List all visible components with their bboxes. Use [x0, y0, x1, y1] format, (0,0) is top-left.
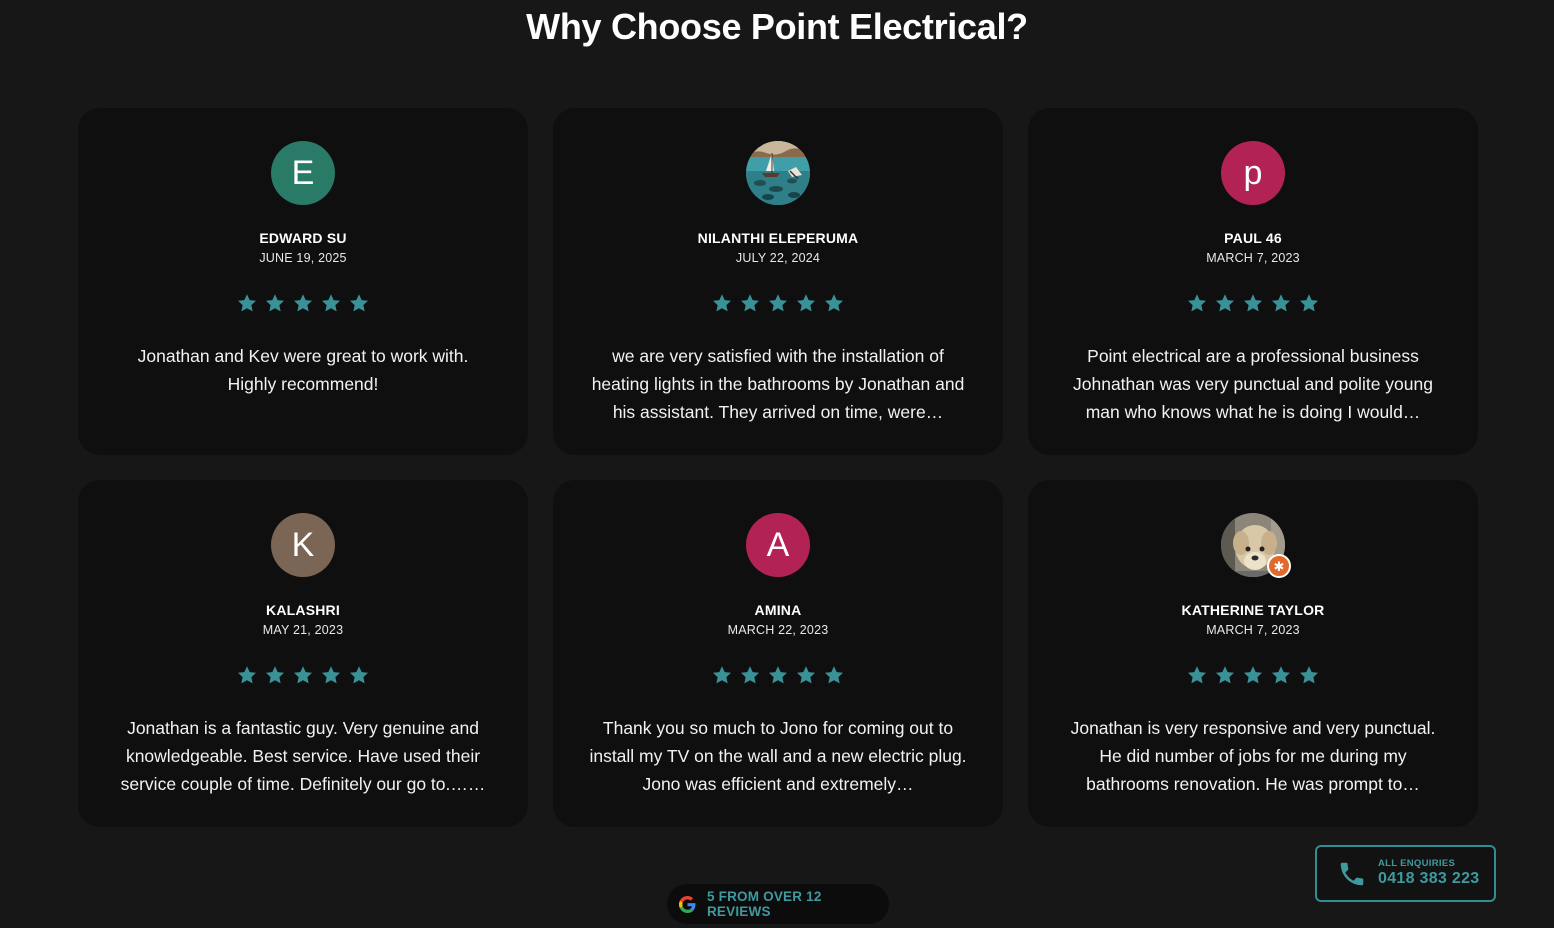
- reviewer-name: KALASHRI: [266, 602, 340, 618]
- reviews-summary-link[interactable]: 5 FROM OVER 12 REVIEWS: [667, 884, 889, 924]
- reviews-section: Why Choose Point Electrical? E EDWARD SU…: [0, 0, 1554, 928]
- avatar-initial: A: [766, 525, 790, 564]
- review-card: E EDWARD SU JUNE 19, 2025 Jonathan and K…: [78, 108, 528, 455]
- star-icon: [349, 294, 369, 312]
- review-card: K KALASHRI MAY 21, 2023 Jonathan is a fa…: [78, 480, 528, 827]
- review-date: JULY 22, 2024: [735, 251, 821, 265]
- review-date: MARCH 7, 2023: [1206, 251, 1300, 265]
- review-card: p PAUL 46 MARCH 7, 2023 Point electrical…: [1028, 108, 1478, 455]
- star-icon: [237, 294, 257, 312]
- star-icon: [321, 666, 341, 684]
- avatar: p: [1221, 141, 1285, 205]
- enquiry-phone-number: 0418 383 223: [1378, 870, 1480, 887]
- star-icon: [768, 666, 788, 684]
- google-icon: [679, 895, 696, 913]
- star-icon: [1299, 294, 1319, 312]
- star-rating: [1028, 664, 1478, 686]
- review-date: MARCH 7, 2023: [1206, 623, 1300, 637]
- star-icon: [1215, 666, 1235, 684]
- reviewer-name: NILANTHI ELEPERUMA: [697, 230, 859, 246]
- star-icon: [1299, 666, 1319, 684]
- star-icon: [1187, 666, 1207, 684]
- star-rating: [553, 292, 1003, 314]
- star-icon: [740, 666, 760, 684]
- review-date: JUNE 19, 2025: [259, 251, 347, 265]
- avatar-initial: E: [291, 153, 315, 192]
- star-icon: [824, 294, 844, 312]
- sailboat-photo-avatar: [746, 141, 810, 205]
- star-icon: [1271, 666, 1291, 684]
- star-icon: [824, 666, 844, 684]
- star-icon: [321, 294, 341, 312]
- star-rating: [78, 664, 528, 686]
- avatar: [746, 141, 810, 205]
- section-title: Why Choose Point Electrical?: [526, 6, 1028, 47]
- local-guide-badge-icon: ✱: [1267, 554, 1291, 578]
- reviewer-name: EDWARD SU: [259, 230, 347, 246]
- enquiry-texts: ALL ENQUIRIES 0418 383 223: [1378, 858, 1479, 889]
- reviews-grid: E EDWARD SU JUNE 19, 2025 Jonathan and K…: [78, 108, 1478, 827]
- review-card: ✱ KATHERINE TAYLOR MARCH 7, 2023 Jonatha…: [1028, 480, 1478, 827]
- star-icon: [1215, 294, 1235, 312]
- avatar: K: [271, 513, 335, 577]
- star-icon: [712, 666, 732, 684]
- star-rating: [553, 664, 1003, 686]
- avatar: E: [271, 141, 335, 205]
- enquiry-label: ALL ENQUIRIES: [1378, 858, 1456, 869]
- avatar-initial: p: [1243, 153, 1263, 192]
- review-text: Jonathan is very responsive and very pun…: [1070, 718, 1436, 794]
- reviewer-name: KATHERINE TAYLOR: [1181, 602, 1325, 618]
- star-icon: [796, 666, 816, 684]
- star-icon: [293, 294, 313, 312]
- avatar-initial: K: [291, 525, 315, 564]
- avatar: A: [746, 513, 810, 577]
- star-icon: [1243, 294, 1263, 312]
- review-text: Thank you so much to Jono for coming out…: [589, 718, 967, 794]
- review-text: Jonathan and Kev were great to work with…: [137, 346, 469, 394]
- call-enquiries-button[interactable]: ALL ENQUIRIES 0418 383 223: [1315, 845, 1496, 902]
- review-text: Jonathan is a fantastic guy. Very genuin…: [120, 718, 486, 794]
- avatar: ✱: [1221, 513, 1291, 578]
- reviews-summary-text: 5 FROM OVER 12 REVIEWS: [706, 889, 822, 919]
- star-rating: [78, 292, 528, 314]
- review-text: Point electrical are a professional busi…: [1073, 346, 1433, 422]
- phone-icon: [1340, 862, 1364, 885]
- star-icon: [1187, 294, 1207, 312]
- review-date: MAY 21, 2023: [262, 623, 344, 637]
- star-icon: [293, 666, 313, 684]
- star-rating: [1028, 292, 1478, 314]
- star-icon: [796, 294, 816, 312]
- star-icon: [712, 294, 732, 312]
- review-date: MARCH 22, 2023: [727, 623, 829, 637]
- star-icon: [1271, 294, 1291, 312]
- star-icon: [265, 666, 285, 684]
- star-icon: [768, 294, 788, 312]
- star-icon: [740, 294, 760, 312]
- review-text: we are very satisfied with the installat…: [591, 346, 965, 422]
- star-icon: [237, 666, 257, 684]
- reviewer-name: AMINA: [754, 602, 802, 618]
- review-card: A AMINA MARCH 22, 2023 Thank you so much…: [553, 480, 1003, 827]
- star-icon: [265, 294, 285, 312]
- review-card: NILANTHI ELEPERUMA JULY 22, 2024 we are …: [553, 108, 1003, 455]
- reviewer-name: PAUL 46: [1224, 230, 1282, 246]
- star-icon: [349, 666, 369, 684]
- star-icon: [1243, 666, 1263, 684]
